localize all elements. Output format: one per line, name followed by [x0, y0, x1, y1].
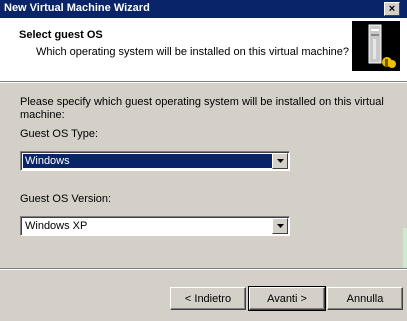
intro-text: Please specify which guest operating sys… — [20, 96, 384, 121]
title-bar[interactable]: New Virtual Machine Wizard × — [0, 0, 407, 18]
close-button[interactable]: × — [384, 2, 400, 16]
close-icon: × — [388, 2, 396, 15]
page-title: Select guest OS — [19, 29, 103, 41]
guest-os-type-select[interactable]: Windows — [20, 151, 290, 171]
guest-os-type-value: Windows — [23, 154, 275, 168]
next-button[interactable]: Avanti > — [248, 286, 326, 311]
header-divider — [0, 82, 407, 83]
chevron-down-icon[interactable] — [272, 153, 288, 169]
window-edge — [403, 228, 407, 268]
guest-os-version-value: Windows XP — [25, 220, 88, 232]
vm-server-icon — [352, 21, 400, 71]
window-title: New Virtual Machine Wizard — [4, 2, 150, 14]
cancel-button[interactable]: Annulla — [327, 287, 403, 310]
page-subtitle: Which operating system will be installed… — [36, 46, 350, 58]
guest-os-version-label: Guest OS Version: — [20, 193, 112, 205]
footer-divider-highlight — [0, 269, 407, 270]
back-button[interactable]: < Indietro — [170, 287, 246, 310]
chevron-down-icon[interactable] — [272, 218, 288, 234]
guest-os-version-select[interactable]: Windows XP — [20, 216, 290, 236]
wizard-header: Select guest OS Which operating system w… — [0, 18, 407, 82]
guest-os-type-label: Guest OS Type: — [20, 128, 99, 140]
